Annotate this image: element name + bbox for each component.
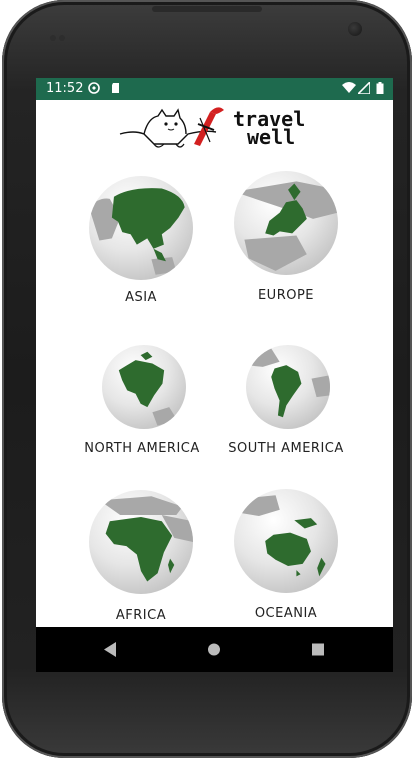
africa-globe-icon [89,490,193,594]
app-header: travel well [36,100,393,156]
app-logo-title: travel well [233,109,305,147]
continent-label: SOUTH AMERICA [228,441,344,456]
europe-globe-icon [234,171,338,275]
continent-label: AFRICA [115,608,167,623]
screen: 11:52 travel well ASIA EUROPE NORTH AMER… [36,78,393,672]
back-icon[interactable] [80,627,140,672]
status-bar: 11:52 [36,78,393,100]
continent-label: OCEANIA [254,606,318,621]
continent-north-america-tile[interactable]: NORTH AMERICA [56,333,199,463]
continent-label: ASIA [125,290,157,305]
asia-globe-icon [89,176,193,280]
home-icon[interactable] [184,627,244,672]
wifi-icon [342,82,356,93]
signal-icon [358,82,370,94]
phone-speaker [50,26,68,41]
front-camera [348,22,362,36]
continent-south-america-tile[interactable]: SOUTH AMERICA [216,333,356,463]
status-time: 11:52 [46,81,84,96]
continent-label: NORTH AMERICA [84,441,200,456]
south-america-globe-icon [246,345,330,429]
continent-label: EUROPE [257,288,315,303]
continent-europe-tile[interactable]: EUROPE [216,166,356,316]
north-america-globe-icon [102,345,186,429]
oceania-globe-icon [234,489,338,593]
continent-oceania-tile[interactable]: OCEANIA [216,486,356,626]
cat-logo-icon [119,107,224,148]
continent-africa-tile[interactable]: AFRICA [56,486,196,626]
recents-icon[interactable] [288,627,348,672]
continent-asia-tile[interactable]: ASIA [56,166,196,316]
sync-icon [88,82,100,94]
phone-top-edge [152,6,262,12]
sd-card-icon [112,83,119,93]
battery-icon [376,82,384,94]
phone-frame: 11:52 travel well ASIA EUROPE NORTH AMER… [2,0,412,758]
navigation-bar [36,627,393,672]
